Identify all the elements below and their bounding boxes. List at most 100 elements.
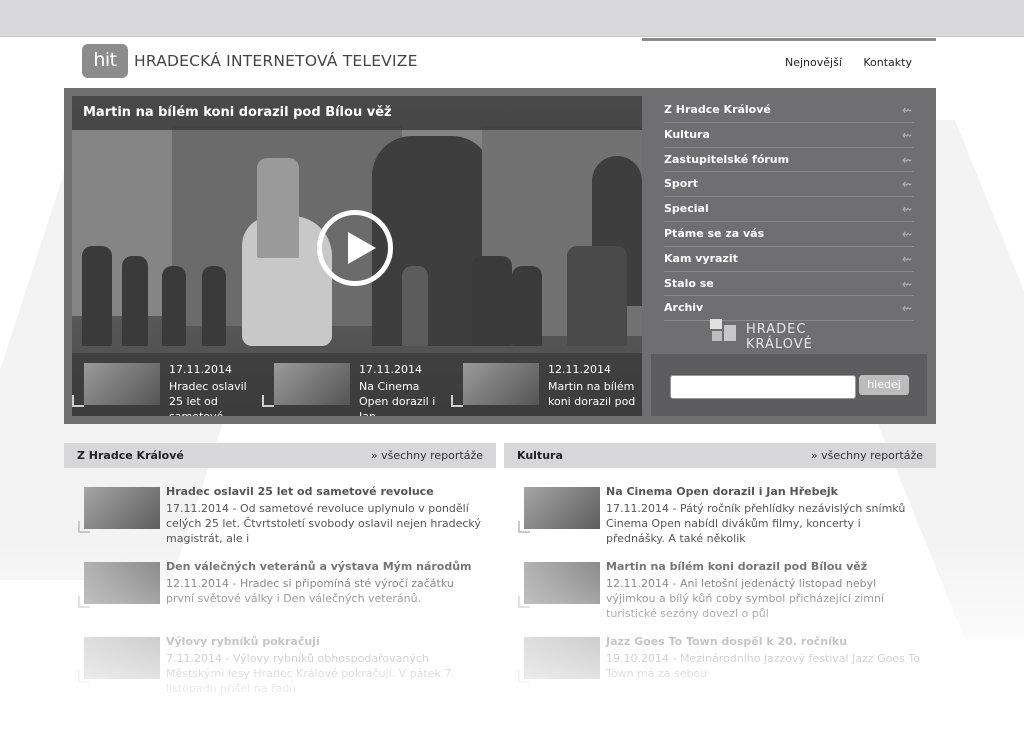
corner-icon bbox=[72, 395, 84, 407]
thumbnail-date: 12.11.2014 bbox=[548, 363, 611, 376]
menu-item-label: Z Hradce Králové bbox=[664, 103, 771, 116]
thumbnail-image[interactable] bbox=[463, 363, 539, 405]
article-description: 17.11.2014 - Od sametové revoluce uplynu… bbox=[166, 502, 481, 545]
search-input[interactable] bbox=[670, 375, 856, 399]
arrow-left-icon: ⇜ bbox=[901, 301, 912, 316]
arrow-left-icon: ⇜ bbox=[901, 127, 912, 142]
site-header: hit HRADECKÁ INTERNETOVÁ TELEVIZE Nejnov… bbox=[64, 36, 936, 88]
header-accent-line bbox=[642, 38, 936, 41]
all-reports-link[interactable]: » všechny reportáže bbox=[811, 443, 923, 468]
menu-item-kam-vyrazit[interactable]: Kam vyrazit ⇜ bbox=[664, 247, 914, 272]
city-logo-text: HRADEC KRÁLOVÉ bbox=[746, 322, 813, 352]
search-panel: hledej bbox=[651, 354, 927, 416]
column-title[interactable]: Z Hradce Králové bbox=[77, 443, 184, 468]
thumbnail-item[interactable]: 17.11.2014 Hradec oslavil 25 let od same… bbox=[72, 361, 252, 416]
article-thumbnail[interactable] bbox=[84, 562, 160, 604]
menu-item-label: Stalo se bbox=[664, 276, 714, 290]
thumbnail-image[interactable] bbox=[84, 363, 160, 405]
article-title[interactable]: Jazz Goes To Town dospěl k 20. ročníku bbox=[606, 635, 847, 648]
article-thumbnail[interactable] bbox=[84, 637, 160, 679]
article-description: 19.10.2014 - Mezinárodního jazzový festi… bbox=[606, 652, 920, 680]
all-reports-link[interactable]: » všechny reportáže bbox=[371, 443, 483, 468]
crowd-figure bbox=[122, 256, 148, 346]
thumbnail-image[interactable] bbox=[274, 363, 350, 405]
article-title[interactable]: Výlovy rybníků pokračují bbox=[166, 635, 320, 648]
article-thumbnail[interactable] bbox=[524, 487, 600, 529]
arrow-left-icon: ⇜ bbox=[901, 177, 912, 192]
article-thumbnail[interactable] bbox=[84, 487, 160, 529]
category-menu: Z Hradce Králové ⇜ Kultura ⇜ Zastupitelské… bbox=[664, 98, 914, 322]
menu-item-label: Kultura bbox=[664, 127, 710, 141]
article-item[interactable]: Martin na bílém koni dorazil pod Bílou v… bbox=[504, 560, 936, 624]
thumbnail-item[interactable]: 17.11.2014 Na Cinema Open dorazil i Jan bbox=[262, 361, 442, 416]
article-item[interactable]: Den válečných veteránů a výstava Mým nár… bbox=[64, 560, 496, 624]
thumbnail-date: 17.11.2014 bbox=[169, 363, 232, 376]
site-brand-title[interactable]: HRADECKÁ INTERNETOVÁ TELEVIZE bbox=[134, 52, 418, 70]
corner-icon bbox=[451, 395, 463, 407]
menu-item-kultura[interactable]: Kultura ⇜ bbox=[664, 123, 914, 148]
thumbnail-item[interactable]: 12.11.2014 Martin na bílém koni dorazil … bbox=[451, 361, 635, 411]
arrow-left-icon: ⇜ bbox=[901, 103, 912, 117]
crowd-figure bbox=[402, 266, 428, 346]
thumbnail-caption[interactable]: Na Cinema Open dorazil i Jan bbox=[359, 379, 447, 416]
menu-item-ptame-se-za-vas[interactable]: Ptáme se za vás ⇜ bbox=[664, 222, 914, 247]
menu-item-label: Special bbox=[664, 202, 709, 216]
thumbnail-caption[interactable]: Hradec oslavil 25 let od sametové bbox=[169, 379, 257, 416]
menu-item-zastupitelske-forum[interactable]: Zastupitelské fórum ⇜ bbox=[664, 148, 914, 173]
browser-top-strip bbox=[0, 0, 1024, 37]
article-description: 12.11.2014 - Hradec si připomíná sté výr… bbox=[166, 577, 454, 605]
article-item[interactable]: Výlovy rybníků pokračují 7.11.2014 - Výl… bbox=[64, 635, 496, 699]
nav-link-latest[interactable]: Nejnovější bbox=[785, 56, 842, 69]
hit-logo[interactable]: hit bbox=[82, 44, 128, 78]
crowd-figure bbox=[512, 266, 542, 346]
thumbnail-date: 17.11.2014 bbox=[359, 363, 422, 376]
menu-item-special[interactable]: Special ⇜ bbox=[664, 197, 914, 222]
column-kultura: Kultura » všechny reportáže Na Cinema Op… bbox=[504, 443, 936, 683]
rider-figure bbox=[257, 158, 299, 258]
column-title[interactable]: Kultura bbox=[517, 443, 563, 468]
crowd-figure bbox=[202, 266, 226, 346]
nav-link-contacts[interactable]: Kontakty bbox=[863, 56, 912, 69]
play-icon[interactable] bbox=[317, 210, 393, 286]
article-thumbnail[interactable] bbox=[524, 637, 600, 679]
arrow-left-icon: ⇜ bbox=[901, 276, 912, 291]
article-title[interactable]: Hradec oslavil 25 let od sametové revolu… bbox=[166, 485, 434, 498]
menu-item-sport[interactable]: Sport ⇜ bbox=[664, 172, 914, 198]
arrow-left-icon: ⇜ bbox=[901, 202, 912, 217]
crowd-figure bbox=[162, 266, 186, 346]
hradec-kralove-logo[interactable]: HRADEC KRÁLOVÉ bbox=[708, 315, 878, 352]
article-item[interactable]: Hradec oslavil 25 let od sametové revolu… bbox=[64, 485, 496, 549]
corner-icon bbox=[262, 395, 274, 407]
menu-item-label: Archiv bbox=[664, 301, 704, 315]
article-title[interactable]: Den válečných veteránů a výstava Mým nár… bbox=[166, 560, 472, 573]
column-header: Kultura » všechny reportáže bbox=[504, 443, 936, 468]
column-header: Z Hradce Králové » všechny reportáže bbox=[64, 443, 496, 468]
article-title[interactable]: Na Cinema Open dorazil i Jan Hřebejk bbox=[606, 485, 838, 498]
menu-item-label: Zastupitelské fórum bbox=[664, 152, 790, 166]
menu-item-label: Kam vyrazit bbox=[664, 251, 738, 265]
featured-video[interactable]: Martin na bílém koni dorazil pod Bílou v… bbox=[72, 96, 642, 416]
article-thumbnail[interactable] bbox=[524, 562, 600, 604]
article-item[interactable]: Jazz Goes To Town dospěl k 20. ročníku 1… bbox=[504, 635, 936, 699]
menu-item-label: Ptáme se za vás bbox=[664, 226, 765, 240]
menu-item-z-hradce-kralove[interactable]: Z Hradce Králové ⇜ bbox=[664, 98, 914, 123]
video-headline[interactable]: Martin na bílém koni dorazil pod Bílou v… bbox=[72, 96, 642, 130]
hero-section: Martin na bílém koni dorazil pod Bílou v… bbox=[64, 88, 936, 424]
crowd-figure bbox=[82, 246, 112, 346]
article-description: 12.11.2014 - Ani letošní jedenáctý listo… bbox=[606, 577, 884, 620]
crowd-figure bbox=[567, 246, 627, 346]
menu-item-stalo-se[interactable]: Stalo se ⇜ bbox=[664, 272, 914, 297]
article-item[interactable]: Na Cinema Open dorazil i Jan Hřebejk 17.… bbox=[504, 485, 936, 549]
menu-item-label: Sport bbox=[664, 177, 699, 191]
search-button[interactable]: hledej bbox=[859, 375, 909, 395]
city-mark-icon bbox=[710, 319, 736, 341]
arrow-left-icon: ⇜ bbox=[901, 226, 912, 241]
article-description: 7.11.2014 - Výlovy rybníků obhospodařova… bbox=[166, 652, 455, 695]
crowd-figure bbox=[472, 256, 512, 346]
top-navigation: Nejnovější Kontakty bbox=[767, 56, 912, 69]
thumbnail-caption[interactable]: Martin na bílém koni dorazil pod bbox=[548, 379, 636, 409]
arrow-left-icon: ⇜ bbox=[901, 251, 912, 266]
arrow-left-icon: ⇜ bbox=[901, 152, 912, 167]
article-title[interactable]: Martin na bílém koni dorazil pod Bílou v… bbox=[606, 560, 867, 573]
thumbnail-strip: 17.11.2014 Hradec oslavil 25 let od same… bbox=[72, 353, 642, 416]
